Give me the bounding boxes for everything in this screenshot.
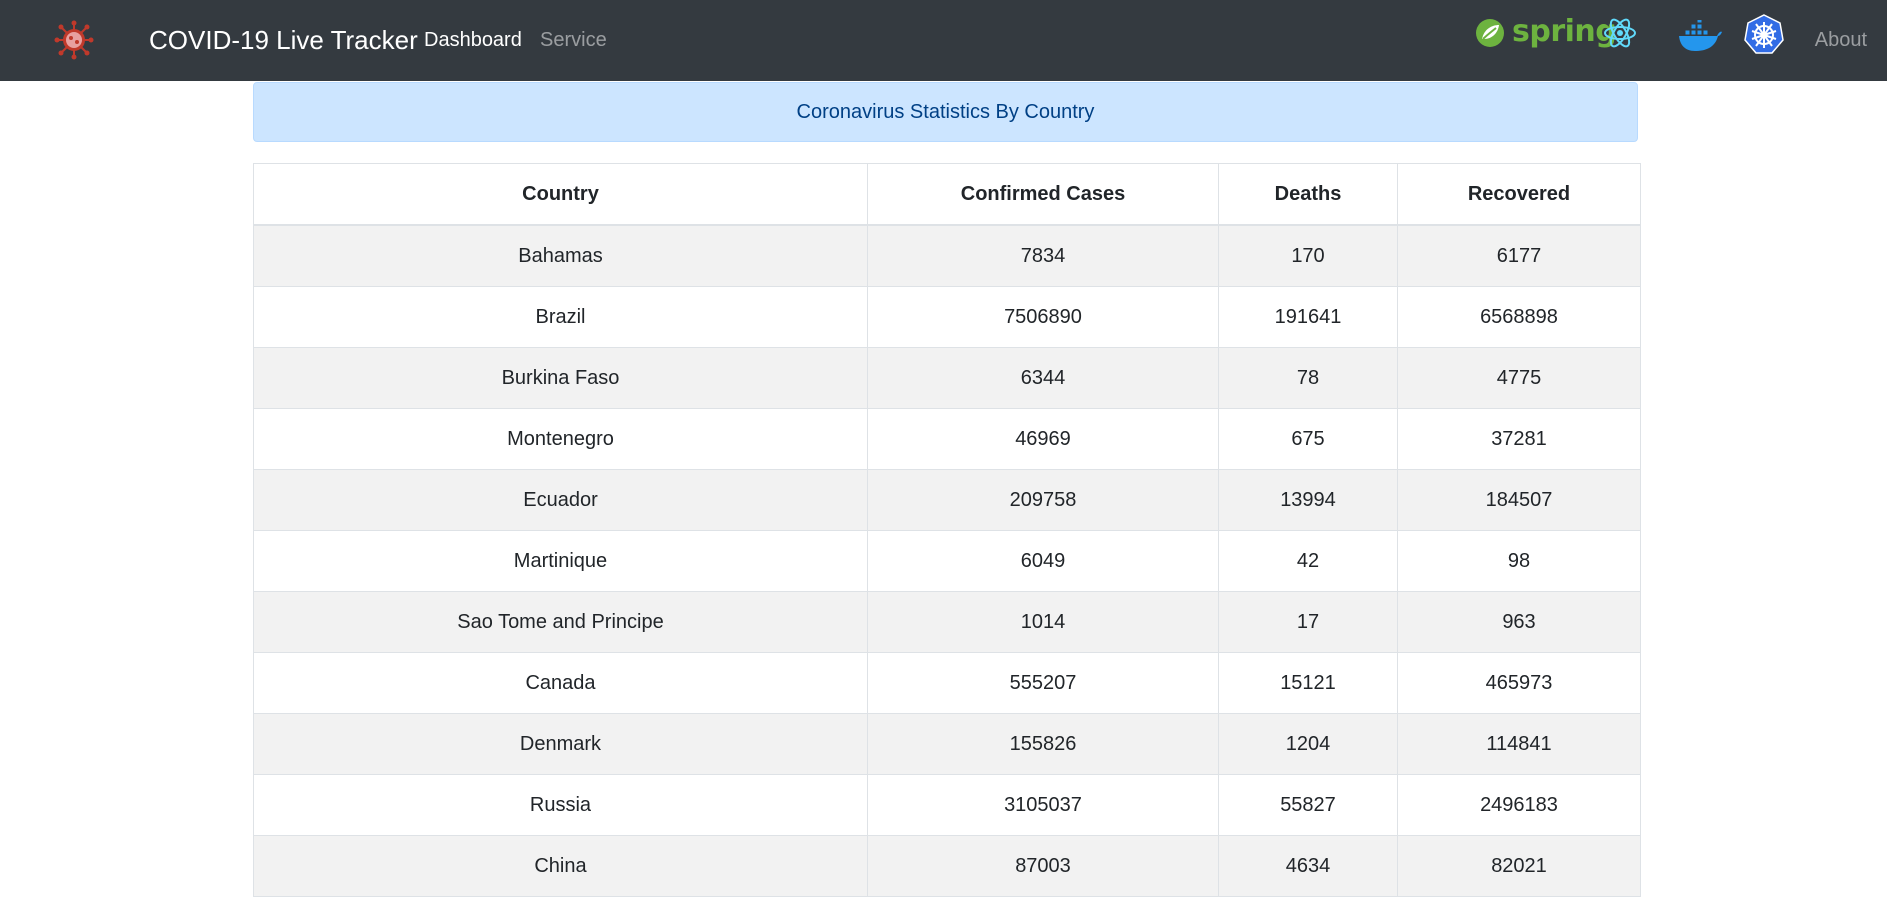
- table-row: Russia 3105037 55827 2496183: [253, 774, 1641, 836]
- cell-country: Ecuador: [253, 469, 868, 531]
- stats-title-banner: Coronavirus Statistics By Country: [253, 82, 1638, 142]
- header-country: Country: [253, 163, 868, 226]
- table-row: Ecuador 209758 13994 184507: [253, 469, 1641, 531]
- cell-confirmed: 209758: [867, 469, 1219, 531]
- top-navbar: COVID-19 Live Tracker Dashboard Service …: [0, 0, 1887, 81]
- cell-recovered: 465973: [1397, 652, 1641, 714]
- cell-confirmed: 6049: [867, 530, 1219, 592]
- cell-deaths: 17: [1218, 591, 1398, 653]
- cell-country: Montenegro: [253, 408, 868, 470]
- table-row: Sao Tome and Principe 1014 17 963: [253, 591, 1641, 653]
- table-row: Denmark 155826 1204 114841: [253, 713, 1641, 775]
- header-deaths: Deaths: [1218, 163, 1398, 226]
- header-confirmed-cases: Confirmed Cases: [867, 163, 1219, 226]
- cell-recovered: 114841: [1397, 713, 1641, 775]
- table-row: Bahamas 7834 170 6177: [253, 224, 1641, 287]
- cell-recovered: 82021: [1397, 835, 1641, 897]
- cell-deaths: 1204: [1218, 713, 1398, 775]
- cell-country: Bahamas: [253, 224, 868, 287]
- cell-confirmed: 155826: [867, 713, 1219, 775]
- docker-logo: [1679, 20, 1722, 51]
- table-row: Martinique 6049 42 98: [253, 530, 1641, 592]
- cell-deaths: 675: [1218, 408, 1398, 470]
- cell-confirmed: 87003: [867, 835, 1219, 897]
- cell-deaths: 191641: [1218, 286, 1398, 348]
- cell-confirmed: 555207: [867, 652, 1219, 714]
- nav-service-link[interactable]: Service: [540, 28, 607, 52]
- table-row: Montenegro 46969 675 37281: [253, 408, 1641, 470]
- cell-recovered: 37281: [1397, 408, 1641, 470]
- cell-deaths: 4634: [1218, 835, 1398, 897]
- cell-country: Denmark: [253, 713, 868, 775]
- country-stats-table: Country Confirmed Cases Deaths Recovered…: [253, 163, 1641, 897]
- cell-confirmed: 46969: [867, 408, 1219, 470]
- cell-deaths: 55827: [1218, 774, 1398, 836]
- kubernetes-logo: [1744, 14, 1784, 54]
- cell-country: China: [253, 835, 868, 897]
- cell-deaths: 15121: [1218, 652, 1398, 714]
- cell-recovered: 963: [1397, 591, 1641, 653]
- cell-deaths: 170: [1218, 224, 1398, 287]
- cell-deaths: 42: [1218, 530, 1398, 592]
- nav-dashboard-link[interactable]: Dashboard: [424, 28, 522, 52]
- cell-recovered: 184507: [1397, 469, 1641, 531]
- table-header-row: Country Confirmed Cases Deaths Recovered: [253, 163, 1641, 226]
- cell-country: Martinique: [253, 530, 868, 592]
- table-row: Burkina Faso 6344 78 4775: [253, 347, 1641, 409]
- spring-logo-text: spring: [1512, 14, 1617, 49]
- table-row: Brazil 7506890 191641 6568898: [253, 286, 1641, 348]
- cell-confirmed: 6344: [867, 347, 1219, 409]
- cell-country: Burkina Faso: [253, 347, 868, 409]
- nav-about-link[interactable]: About: [1815, 28, 1867, 52]
- header-recovered: Recovered: [1397, 163, 1641, 226]
- app-title[interactable]: COVID-19 Live Tracker: [149, 24, 418, 56]
- cell-recovered: 6177: [1397, 224, 1641, 287]
- cell-deaths: 13994: [1218, 469, 1398, 531]
- cell-recovered: 2496183: [1397, 774, 1641, 836]
- react-logo: [1604, 18, 1636, 48]
- cell-country: Brazil: [253, 286, 868, 348]
- cell-recovered: 98: [1397, 530, 1641, 592]
- cell-recovered: 6568898: [1397, 286, 1641, 348]
- cell-deaths: 78: [1218, 347, 1398, 409]
- table-row: Canada 555207 15121 465973: [253, 652, 1641, 714]
- cell-recovered: 4775: [1397, 347, 1641, 409]
- cell-confirmed: 7506890: [867, 286, 1219, 348]
- virus-icon[interactable]: [54, 20, 94, 60]
- cell-country: Canada: [253, 652, 868, 714]
- cell-country: Sao Tome and Principe: [253, 591, 868, 653]
- cell-confirmed: 7834: [867, 224, 1219, 287]
- cell-confirmed: 3105037: [867, 774, 1219, 836]
- cell-confirmed: 1014: [867, 591, 1219, 653]
- table-row: China 87003 4634 82021: [253, 835, 1641, 897]
- spring-logo: spring: [1474, 15, 1617, 50]
- cell-country: Russia: [253, 774, 868, 836]
